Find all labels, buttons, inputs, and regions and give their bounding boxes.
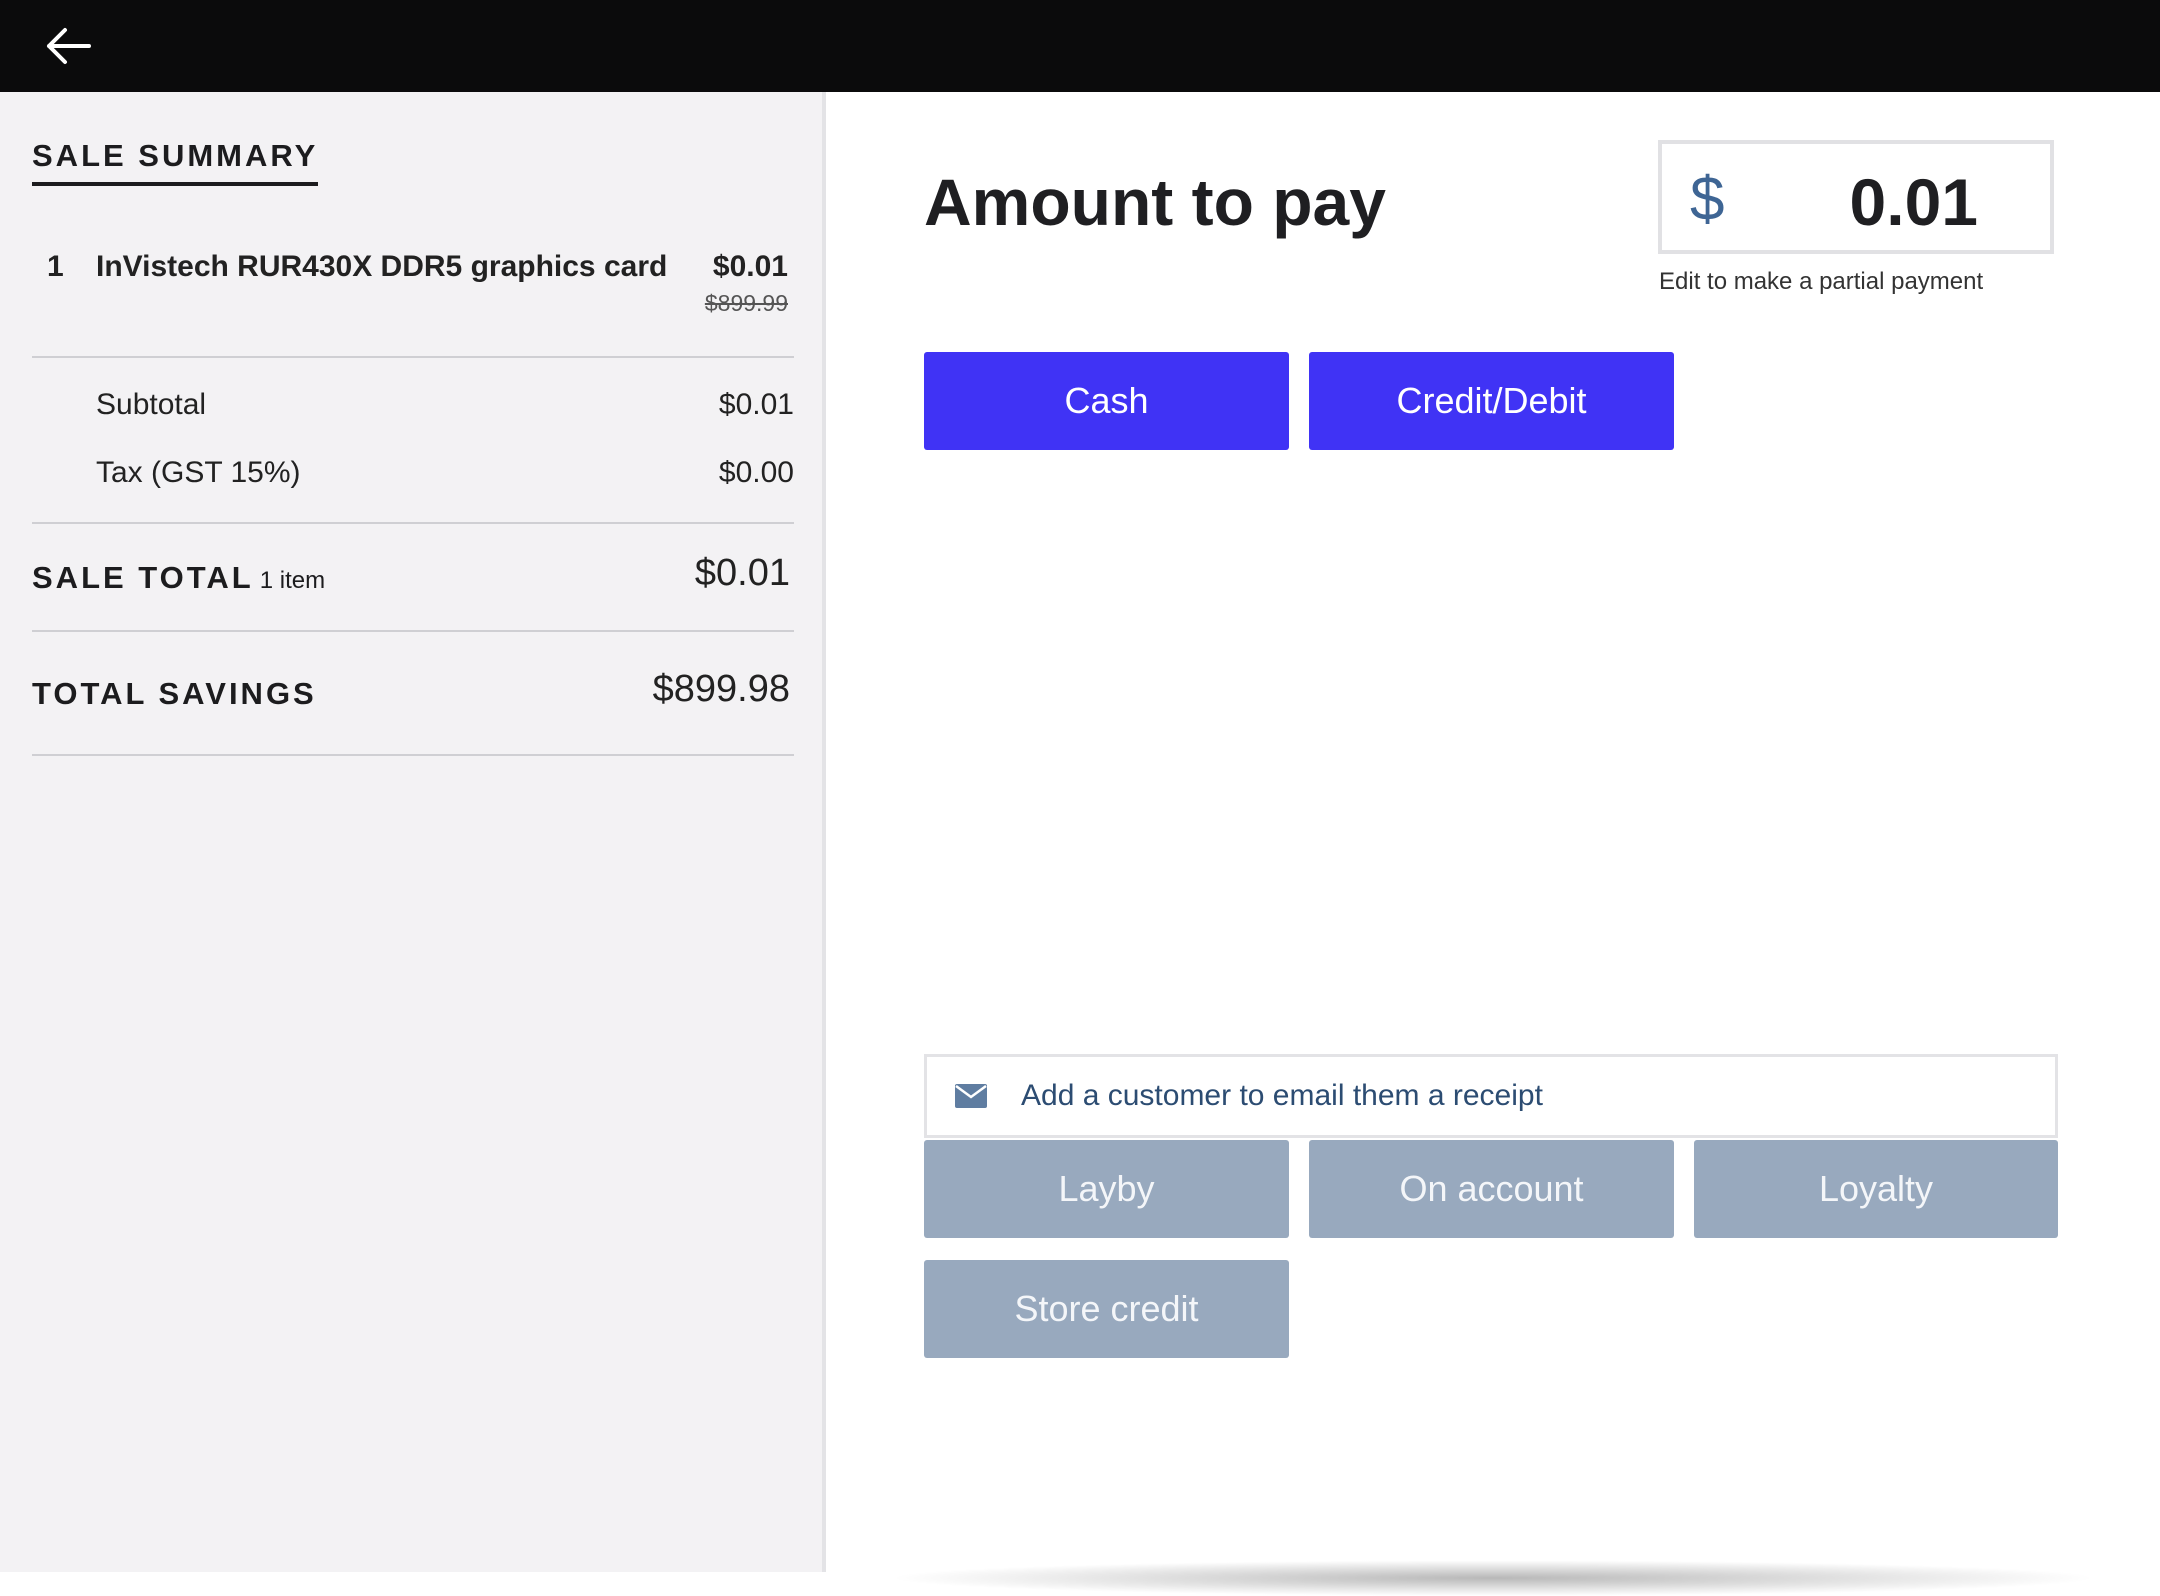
total-savings-value: $899.98: [652, 668, 790, 710]
subtotal-label: Subtotal: [96, 388, 207, 421]
sale-total-item-count: 1 item: [259, 567, 326, 594]
line-item-price: $0.01: [712, 250, 788, 283]
tax-value: $0.00: [718, 456, 794, 489]
line-item-qty: 1: [47, 250, 64, 283]
sale-summary-title: SALE SUMMARY: [32, 138, 319, 186]
payment-panel: Amount to pay $ 0.01 Edit to make a part…: [826, 92, 2160, 1596]
sale-total-text: SALE TOTAL: [32, 560, 254, 595]
currency-symbol: $: [1690, 165, 1725, 234]
sale-total-label: SALE TOTAL 1 item: [32, 560, 325, 596]
divider: [32, 522, 794, 524]
divider: [32, 754, 794, 756]
credit-debit-button[interactable]: Credit/Debit: [1309, 352, 1674, 450]
top-bar: [0, 0, 2160, 92]
partial-payment-hint: Edit to make a partial payment: [1659, 268, 1984, 295]
email-receipt-button[interactable]: Add a customer to email them a receipt: [924, 1054, 2058, 1138]
bottom-shadow: [886, 1560, 2100, 1596]
amount-value: 0.01: [1849, 165, 1978, 239]
back-button[interactable]: [32, 10, 104, 82]
cash-button[interactable]: Cash: [924, 352, 1289, 450]
line-item-name: InVistech RUR430X DDR5 graphics card: [96, 250, 668, 283]
amount-to-pay-title: Amount to pay: [924, 165, 1386, 239]
on-account-button[interactable]: On account: [1309, 1140, 1674, 1238]
arrow-left-icon: [47, 28, 91, 64]
sale-summary-panel: SALE SUMMARY 1 InVistech RUR430X DDR5 gr…: [0, 92, 826, 1572]
subtotal-value: $0.01: [718, 388, 794, 421]
loyalty-button[interactable]: Loyalty: [1694, 1140, 2058, 1238]
tax-label: Tax (GST 15%): [96, 456, 301, 489]
email-receipt-text: Add a customer to email them a receipt: [1021, 1079, 1543, 1112]
envelope-icon: [955, 1084, 987, 1108]
total-savings-label: TOTAL SAVINGS: [32, 676, 317, 711]
line-item[interactable]: 1 InVistech RUR430X DDR5 graphics card $…: [32, 250, 792, 330]
divider: [32, 630, 794, 632]
line-item-original-price: $899.99: [704, 290, 788, 316]
divider: [32, 356, 794, 358]
store-credit-button[interactable]: Store credit: [924, 1260, 1289, 1358]
amount-input[interactable]: $ 0.01: [1658, 140, 2054, 254]
sale-total-value: $0.01: [694, 552, 790, 594]
layby-button[interactable]: Layby: [924, 1140, 1289, 1238]
